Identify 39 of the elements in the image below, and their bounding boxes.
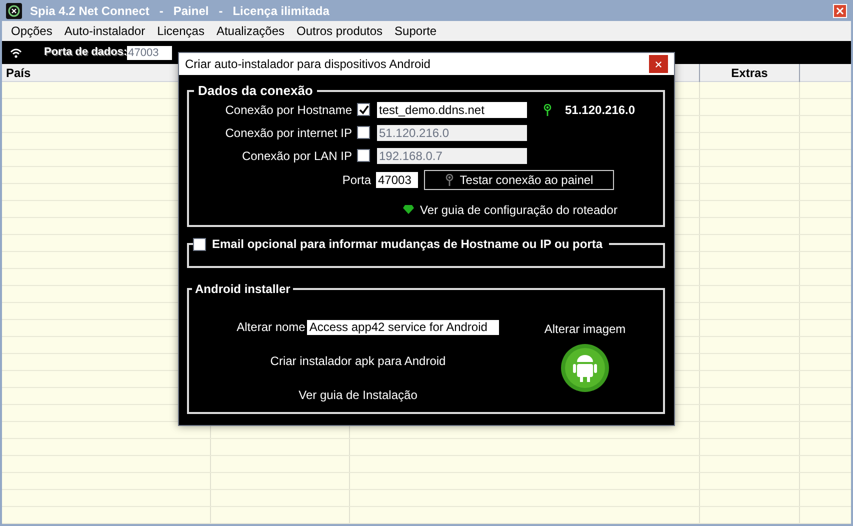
column-header[interactable]: Extras bbox=[700, 64, 800, 82]
wifi-icon bbox=[10, 48, 22, 58]
menu-item[interactable]: Auto-instalador bbox=[58, 22, 152, 40]
group-title: Android installer bbox=[194, 281, 292, 298]
connection-label: Conexão por internet IP bbox=[224, 124, 353, 142]
create-apk-link[interactable]: Criar instalador apk para Android bbox=[270, 352, 446, 370]
port-label: Porta bbox=[341, 172, 372, 188]
close-button[interactable] bbox=[833, 4, 847, 18]
resolved-ip: 51.120.216.0 bbox=[565, 102, 636, 118]
antenna-icon bbox=[444, 174, 454, 186]
gem-icon bbox=[403, 205, 414, 214]
app-icon bbox=[6, 2, 22, 19]
connection-label: Conexão por Hostname bbox=[224, 102, 353, 118]
port-label: Porta de dados: bbox=[44, 45, 128, 60]
close-icon bbox=[836, 6, 844, 15]
checkbox[interactable] bbox=[193, 238, 206, 250]
menu-item[interactable]: Outros produtos bbox=[290, 22, 389, 40]
port-field[interactable]: 47003 bbox=[376, 172, 418, 188]
port-field[interactable]: 47003 bbox=[127, 46, 172, 60]
menu-item[interactable]: Suporte bbox=[388, 22, 443, 40]
rename-label: Alterar nome bbox=[236, 319, 306, 336]
router-guide-link[interactable]: Ver guia de configuração do roteador bbox=[420, 200, 618, 218]
menu-item[interactable]: Opções bbox=[5, 22, 58, 40]
email-option-label: Email opcional para informar mudanças de Hostname ou IP ou porta bbox=[212, 236, 603, 253]
connection-label: Conexão por LAN IP bbox=[240, 148, 353, 164]
install-guide-link[interactable]: Ver guia de Instalação bbox=[298, 386, 418, 404]
window-title: Spia 4.2 Net Connect - Painel - Licença ilimitada bbox=[30, 2, 330, 20]
group-title: Dados da conexão bbox=[197, 82, 314, 100]
antenna-icon bbox=[543, 104, 552, 116]
close-icon bbox=[655, 60, 662, 68]
menu-item[interactable]: Atualizações bbox=[210, 22, 290, 40]
menu-item[interactable]: Licenças bbox=[151, 22, 210, 40]
close-button[interactable] bbox=[649, 55, 668, 73]
android-icon[interactable] bbox=[561, 344, 609, 392]
test-connection-button[interactable]: Testar conexão ao painel bbox=[424, 170, 614, 190]
connection-field[interactable]: test_demo.ddns.net bbox=[377, 102, 527, 118]
app-name-field[interactable]: Access app42 service for Android bbox=[307, 320, 500, 334]
change-image-link[interactable]: Alterar imagem bbox=[544, 320, 626, 338]
checkbox[interactable] bbox=[357, 103, 370, 116]
